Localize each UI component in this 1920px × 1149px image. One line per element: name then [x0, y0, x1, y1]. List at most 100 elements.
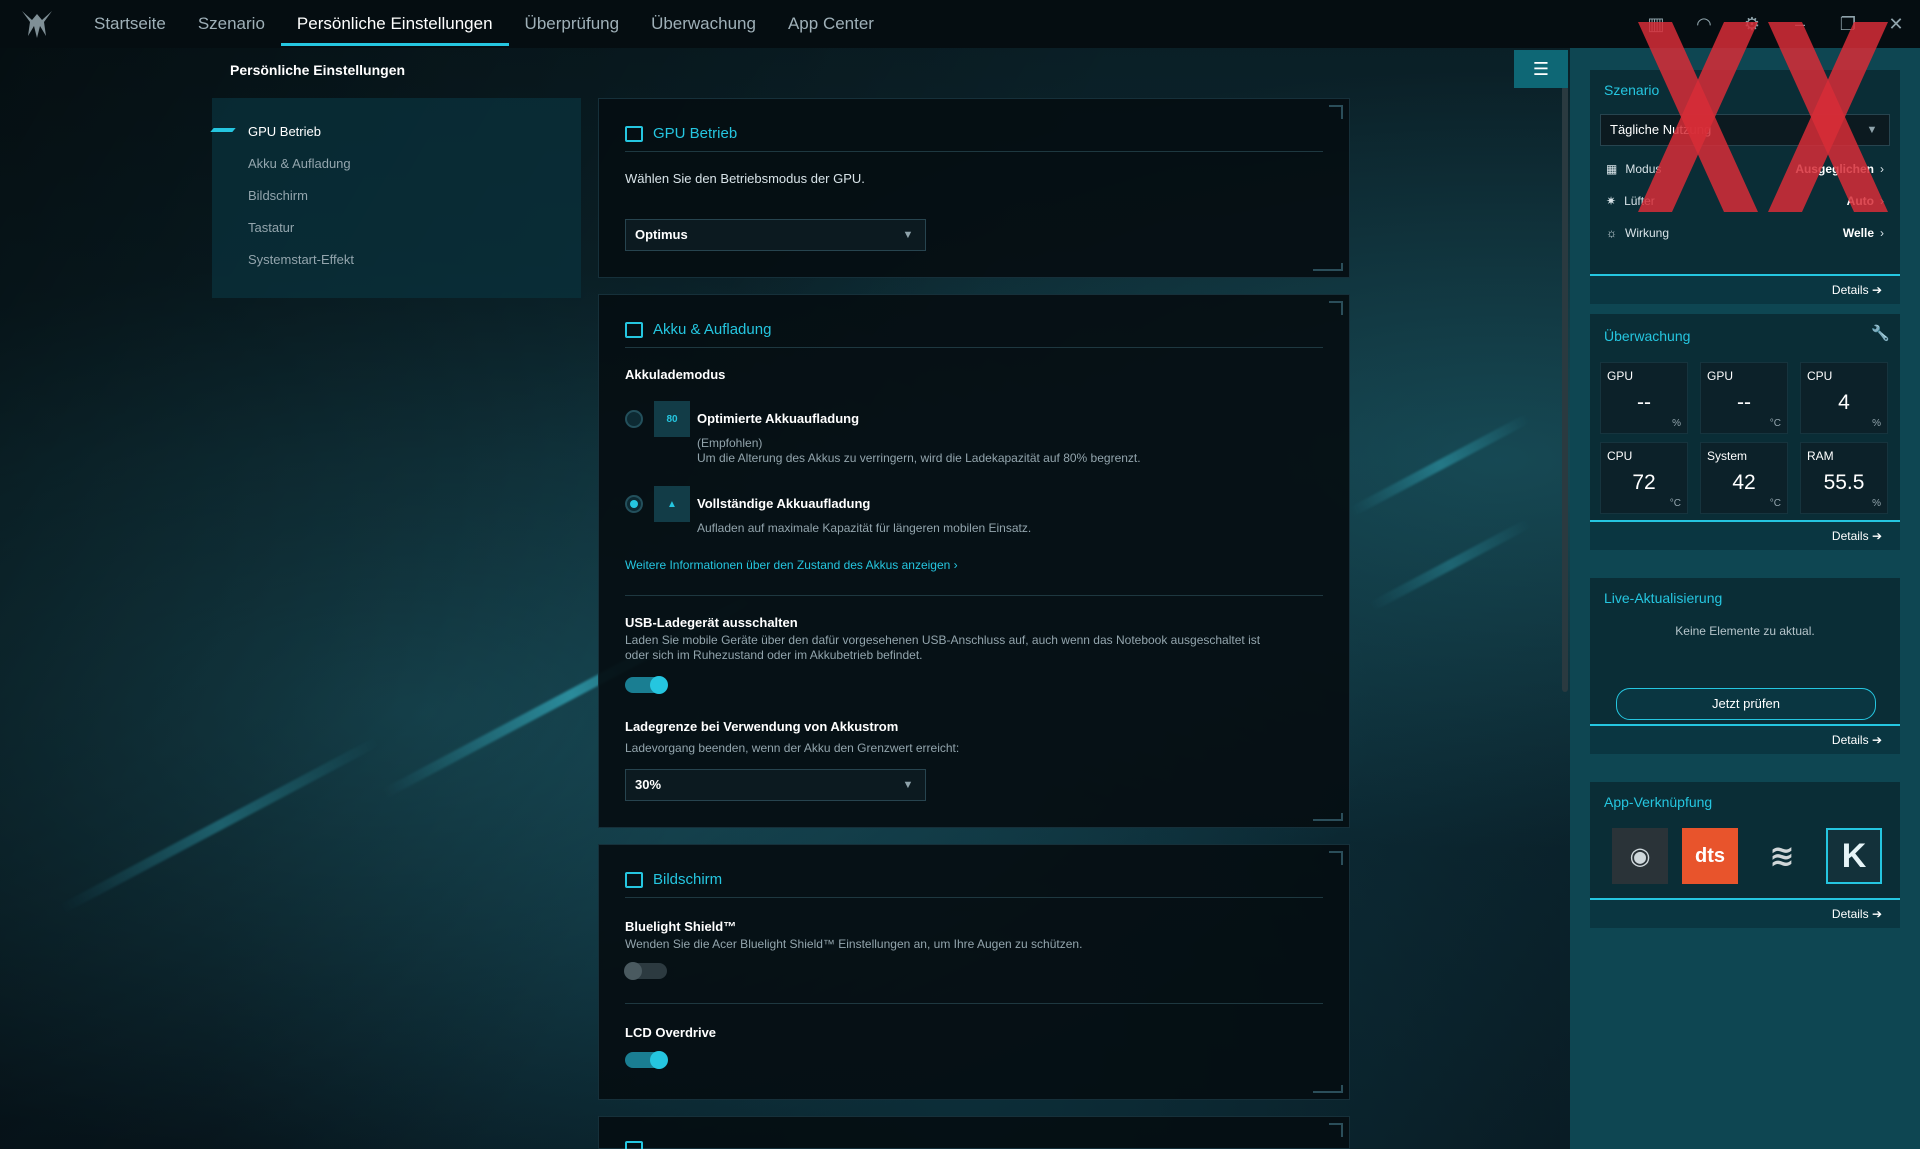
- charge-limit-select[interactable]: 30% ▼: [625, 769, 926, 801]
- monitor-tile-gpu-load: GPU -- %: [1600, 362, 1688, 434]
- panel-collapse-icon[interactable]: ☰: [1514, 50, 1568, 88]
- tab-ueberwachung[interactable]: Überwachung: [635, 0, 772, 48]
- szenario-row-wirkung[interactable]: ☼ Wirkung Welle ›: [1606, 226, 1884, 240]
- akkulademodus-label: Akkulademodus: [625, 367, 726, 382]
- lcd-overdrive-toggle[interactable]: [625, 1051, 668, 1069]
- coil-app-icon[interactable]: ≋: [1754, 828, 1810, 884]
- tab-szenario[interactable]: Szenario: [182, 0, 281, 48]
- top-bar: Startseite Szenario Persönliche Einstell…: [0, 0, 1920, 48]
- background-streak: [1368, 518, 1532, 612]
- tile-unit: °C: [1669, 498, 1681, 509]
- gpu-mode-value: Optimus: [635, 227, 688, 242]
- tab-startseite[interactable]: Startseite: [78, 0, 182, 48]
- tile-title: RAM: [1807, 449, 1834, 463]
- restore-icon[interactable]: ❐: [1824, 0, 1872, 48]
- tile-value: --: [1737, 391, 1751, 414]
- card-corner: [1329, 851, 1343, 865]
- tab-app-center[interactable]: App Center: [772, 0, 890, 48]
- killer-app-icon[interactable]: K: [1826, 828, 1882, 884]
- wrench-icon[interactable]: 🔧: [1871, 324, 1890, 342]
- light-effect-icon: ☼: [1606, 226, 1617, 240]
- right-panel: Szenario Tägliche Nutzung ▼ ▦ Modus Ausg…: [1570, 48, 1920, 1149]
- szenario-details-link[interactable]: Details ➔: [1590, 274, 1900, 304]
- szenario-footer: Details ➔: [1590, 266, 1900, 304]
- book-icon[interactable]: ▥: [1632, 0, 1680, 48]
- card-corner: [1329, 1123, 1343, 1137]
- szenario-select[interactable]: Tägliche Nutzung ▼: [1600, 114, 1890, 146]
- tile-unit: %: [1872, 498, 1881, 509]
- monitoring-widget-title: Überwachung: [1604, 328, 1691, 344]
- predator-logo-icon: [22, 11, 52, 38]
- monitor-tile-gpu-temp: GPU -- °C: [1700, 362, 1788, 434]
- tile-title: CPU: [1607, 449, 1633, 463]
- usb-charger-description: Laden Sie mobile Geräte über den dafür v…: [625, 633, 1261, 662]
- tile-value: 72: [1632, 471, 1656, 494]
- gpu-card: GPU Betrieb Wählen Sie den Betriebsmodus…: [598, 98, 1350, 278]
- tab-ueberpruefung[interactable]: Überprüfung: [509, 0, 636, 48]
- minimize-icon[interactable]: –: [1776, 0, 1824, 48]
- check-now-button[interactable]: Jetzt prüfen: [1616, 688, 1876, 720]
- details-label: Details: [1831, 529, 1869, 543]
- usb-charger-toggle[interactable]: [625, 676, 668, 694]
- card-corner: [1329, 301, 1343, 315]
- sidenav-item-systemstart-effekt[interactable]: Systemstart-Effekt: [248, 252, 354, 267]
- optimized-charge-radio[interactable]: [625, 410, 643, 428]
- full-charge-radio[interactable]: [625, 495, 643, 513]
- nvidia-icon[interactable]: ◉: [1612, 828, 1668, 884]
- close-icon[interactable]: ✕: [1872, 0, 1920, 48]
- gpu-card-header: GPU Betrieb: [625, 125, 737, 142]
- optimized-charge-title: Optimierte Akkuaufladung: [697, 411, 860, 426]
- szenario-row-value: Auto: [1846, 194, 1874, 208]
- gpu-mode-select[interactable]: Optimus ▼: [625, 219, 926, 251]
- bluelight-toggle[interactable]: [624, 962, 667, 980]
- app-shortcut-details-link[interactable]: Details ➔: [1590, 898, 1900, 928]
- display-icon: [625, 871, 643, 888]
- dts-app-icon[interactable]: dts: [1682, 828, 1738, 884]
- tile-value: 4: [1838, 391, 1850, 414]
- k-label: K: [1841, 836, 1867, 875]
- akku-card-header: Akku & Aufladung: [625, 321, 771, 338]
- tile-value: 55.5: [1823, 471, 1865, 494]
- divider: [625, 1003, 1323, 1004]
- gpu-card-title: GPU Betrieb: [653, 125, 738, 142]
- details-label: Details: [1831, 283, 1869, 297]
- chevron-down-icon: ▼: [902, 229, 914, 241]
- szenario-row-label: Wirkung: [1625, 226, 1670, 240]
- monitor-tile-cpu-temp: CPU 72 °C: [1600, 442, 1688, 514]
- monitoring-details-link[interactable]: Details ➔: [1590, 520, 1900, 550]
- live-update-title: Live-Aktualisierung: [1604, 590, 1723, 606]
- sidenav-item-tastatur[interactable]: Tastatur: [248, 220, 294, 235]
- live-update-widget: Live-Aktualisierung Keine Elemente zu ak…: [1590, 578, 1900, 754]
- sidenav-item-akku[interactable]: Akku & Aufladung: [248, 156, 351, 171]
- sidenav-item-gpu-betrieb[interactable]: GPU Betrieb: [248, 124, 321, 139]
- akku-card: Akku & Aufladung Akkulademodus 80 Optimi…: [598, 294, 1350, 828]
- charge-limit-value: 30%: [635, 777, 662, 792]
- divider: [625, 347, 1323, 348]
- page-title: Persönliche Einstellungen: [230, 62, 406, 78]
- full-charge-description: Aufladen auf maximale Kapazität für läng…: [697, 521, 1032, 535]
- sidenav-item-bildschirm[interactable]: Bildschirm: [248, 188, 308, 203]
- tab-persoenliche-einstellungen[interactable]: Persönliche Einstellungen: [280, 0, 509, 48]
- tile-title: GPU: [1607, 369, 1634, 383]
- details-label: Details: [1831, 907, 1869, 921]
- chevron-down-icon: ▼: [902, 779, 914, 791]
- gpu-icon: [625, 125, 643, 142]
- display-card-header: Bildschirm: [625, 871, 722, 888]
- headset-icon[interactable]: ◠: [1680, 0, 1728, 48]
- tile-title: CPU: [1807, 369, 1833, 383]
- tile-value: --: [1637, 391, 1651, 414]
- battery-info-link[interactable]: Weitere Informationen über den Zustand d…: [625, 558, 958, 572]
- gear-icon[interactable]: ⚙: [1728, 0, 1776, 48]
- display-card: Bildschirm Bluelight Shield™ Wenden Sie …: [598, 844, 1350, 1100]
- main-nav: Startseite Szenario Persönliche Einstell…: [78, 0, 890, 48]
- szenario-row-modus[interactable]: ▦ Modus Ausgeglichen ›: [1606, 162, 1884, 176]
- tile-unit: %: [1872, 418, 1881, 429]
- content-scrollbar[interactable]: [1562, 86, 1568, 692]
- bluelight-description: Wenden Sie die Acer Bluelight Shield™ Ei…: [625, 937, 1083, 951]
- usb-charger-title: USB-Ladegerät ausschalten: [625, 615, 798, 630]
- chevron-down-icon: ▼: [1866, 124, 1878, 136]
- szenario-row-luefter[interactable]: ✷ Lüfter Auto ›: [1606, 194, 1884, 208]
- background-streak: [1349, 413, 1531, 517]
- live-update-details-link[interactable]: Details ➔: [1590, 724, 1900, 754]
- tile-value: 42: [1732, 471, 1756, 494]
